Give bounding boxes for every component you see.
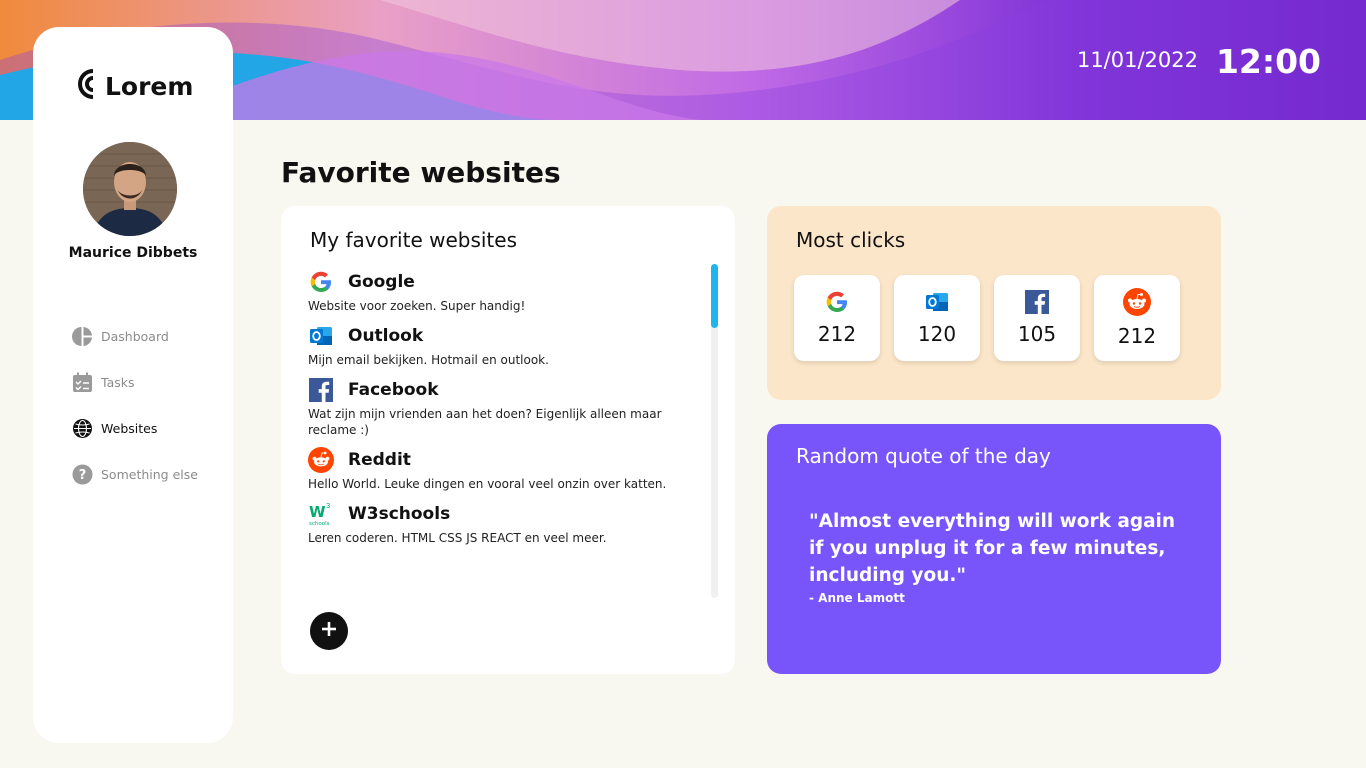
calendar-check-icon xyxy=(71,371,93,393)
quote-panel: Random quote of the day "Almost everythi… xyxy=(767,424,1221,674)
facebook-icon xyxy=(308,377,334,403)
user-name: Maurice Dibbets xyxy=(68,245,198,261)
question-icon: ? xyxy=(71,463,93,485)
favorites-panel: My favorite websites Google Website voor… xyxy=(281,206,735,674)
globe-icon xyxy=(71,417,93,439)
sidebar-item-label: Dashboard xyxy=(101,328,169,344)
list-item[interactable]: Google Website voor zoeken. Super handig… xyxy=(308,268,698,314)
page-title: Favorite websites xyxy=(281,156,561,189)
list-item[interactable]: Outlook Mijn email bekijken. Hotmail en … xyxy=(308,322,698,368)
list-item[interactable]: Facebook Wat zijn mijn vrienden aan het … xyxy=(308,376,698,438)
reddit-icon xyxy=(308,447,334,473)
plus-icon xyxy=(320,620,338,642)
logo-icon xyxy=(77,67,99,105)
current-time: 12:00 xyxy=(1215,42,1321,81)
scrollbar-thumb[interactable] xyxy=(711,264,718,328)
most-clicks-panel: Most clicks 212 120 105 212 xyxy=(767,206,1221,400)
site-description: Hello World. Leuke dingen en vooral veel… xyxy=(308,477,667,491)
sidebar: Lorem Maurice Dibbets Dashboard Tasks We… xyxy=(33,27,233,743)
quote-author: - Anne Lamott xyxy=(809,591,905,605)
site-name: Outlook xyxy=(348,326,424,346)
svg-text:3: 3 xyxy=(326,502,330,510)
pie-chart-icon xyxy=(71,325,93,347)
outlook-icon xyxy=(308,323,334,349)
site-name: W3schools xyxy=(348,504,451,524)
svg-text:W: W xyxy=(309,503,326,521)
click-card-reddit[interactable]: 212 xyxy=(1094,275,1180,361)
site-name: Google xyxy=(348,272,415,292)
list-item[interactable]: W 3 schools W3schools Leren coderen. HTM… xyxy=(308,500,698,546)
click-cards: 212 120 105 212 xyxy=(794,275,1180,361)
sidebar-item-label: Tasks xyxy=(101,374,135,390)
w3schools-icon: W 3 schools xyxy=(308,501,334,527)
click-card-google[interactable]: 212 xyxy=(794,275,880,361)
quote-title: Random quote of the day xyxy=(796,444,1051,468)
sidebar-item-tasks[interactable]: Tasks xyxy=(71,371,198,393)
facebook-icon xyxy=(1025,290,1049,318)
site-name: Reddit xyxy=(348,450,411,470)
favorites-title: My favorite websites xyxy=(310,228,518,252)
logo[interactable]: Lorem xyxy=(77,67,193,105)
site-description: Website voor zoeken. Super handig! xyxy=(308,299,526,313)
click-count: 105 xyxy=(1017,322,1057,346)
sidebar-item-label: Websites xyxy=(101,420,158,436)
sidebar-item-dashboard[interactable]: Dashboard xyxy=(71,325,198,347)
click-card-facebook[interactable]: 105 xyxy=(994,275,1080,361)
google-icon xyxy=(825,290,849,318)
svg-text:?: ? xyxy=(78,468,86,483)
click-count: 120 xyxy=(917,322,957,346)
site-list: Google Website voor zoeken. Super handig… xyxy=(308,268,698,554)
quote-text: "Almost everything will work again if yo… xyxy=(809,511,1176,586)
site-name: Facebook xyxy=(348,380,439,400)
site-description: Mijn email bekijken. Hotmail en outlook. xyxy=(308,353,549,367)
sidebar-nav: Dashboard Tasks Websites ? Something els… xyxy=(71,325,198,509)
site-description: Leren coderen. HTML CSS JS REACT en veel… xyxy=(308,531,607,545)
click-count: 212 xyxy=(817,322,857,346)
avatar[interactable] xyxy=(83,142,177,236)
current-date: 11/01/2022 xyxy=(1076,48,1198,72)
site-description: Wat zijn mijn vrienden aan het doen? Eig… xyxy=(308,407,662,437)
list-item[interactable]: Reddit Hello World. Leuke dingen en voor… xyxy=(308,446,698,492)
reddit-icon xyxy=(1123,288,1151,320)
click-card-outlook[interactable]: 120 xyxy=(894,275,980,361)
click-count: 212 xyxy=(1117,324,1157,348)
scrollbar[interactable] xyxy=(711,264,718,598)
outlook-icon xyxy=(925,290,949,318)
sidebar-item-label: Something else xyxy=(101,466,198,482)
add-website-button[interactable] xyxy=(310,612,348,650)
sidebar-item-something-else[interactable]: ? Something else xyxy=(71,463,198,485)
logo-text: Lorem xyxy=(105,71,194,101)
google-icon xyxy=(308,269,334,295)
svg-text:schools: schools xyxy=(309,521,330,527)
most-clicks-title: Most clicks xyxy=(796,228,906,252)
sidebar-item-websites[interactable]: Websites xyxy=(71,417,198,439)
